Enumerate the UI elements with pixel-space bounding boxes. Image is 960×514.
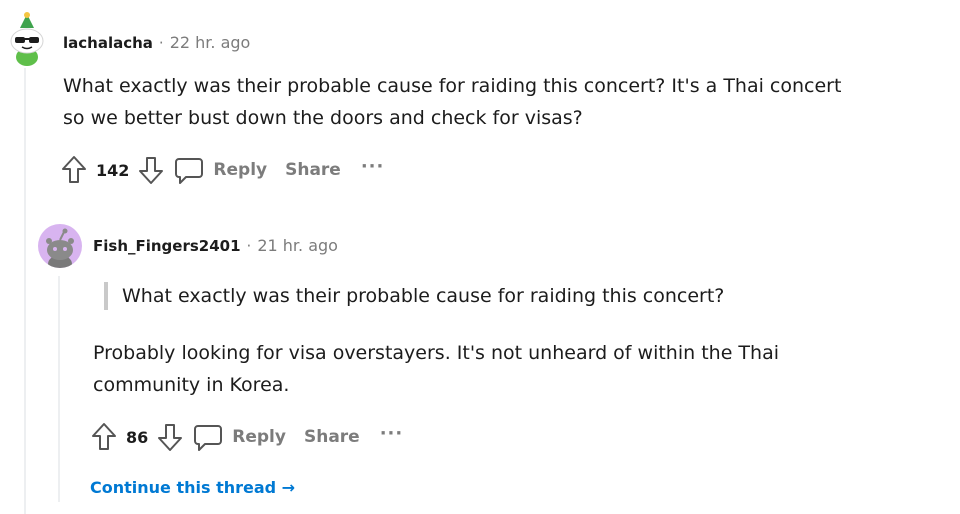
comment1-body-line: What exactly was their probable cause fo… <box>63 75 842 97</box>
comment2-body-line: Probably looking for visa overstayers. I… <box>93 342 779 364</box>
reply-button[interactable]: Reply <box>232 427 286 447</box>
comment2-separator: · <box>246 236 252 255</box>
comment2-username[interactable]: Fish_Fingers2401 <box>93 237 241 255</box>
comment2-blockquote: What exactly was their probable cause fo… <box>104 282 724 310</box>
comment1-separator: · <box>158 33 164 52</box>
more-options-button[interactable]: ··· <box>380 423 404 444</box>
comment1-body: What exactly was their probable cause fo… <box>63 70 923 134</box>
comment1-meta: lachalacha · 22 hr. ago <box>63 33 250 52</box>
downvote-icon[interactable] <box>154 420 186 454</box>
comment2-actions: 86 Reply Share ··· <box>88 420 403 454</box>
upvote-icon[interactable] <box>88 420 120 454</box>
share-button[interactable]: Share <box>285 160 341 180</box>
upvote-icon[interactable] <box>58 153 90 187</box>
comment-bubble-icon[interactable] <box>171 153 207 187</box>
comment2-body: Probably looking for visa overstayers. I… <box>93 337 933 401</box>
comment1-username[interactable]: lachalacha <box>63 34 153 52</box>
downvote-icon[interactable] <box>135 153 167 187</box>
user-avatar[interactable] <box>4 10 50 66</box>
reply-button[interactable]: Reply <box>213 160 267 180</box>
comment2-body-line: community in Korea. <box>93 374 290 396</box>
more-options-button[interactable]: ··· <box>361 156 385 177</box>
comment1-vote-count: 142 <box>96 160 130 180</box>
comment2-meta: Fish_Fingers2401 · 21 hr. ago <box>93 236 338 255</box>
comment1-timestamp[interactable]: 22 hr. ago <box>170 33 251 52</box>
comment-bubble-icon[interactable] <box>190 420 226 454</box>
comment2-timestamp[interactable]: 21 hr. ago <box>257 236 338 255</box>
thread-line-2[interactable] <box>58 276 60 502</box>
continue-thread-link[interactable]: Continue this thread → <box>90 478 295 497</box>
thread-line-1[interactable] <box>24 68 26 514</box>
comment2-vote-count: 86 <box>126 427 149 447</box>
comment1-actions: 142 Reply Share ··· <box>58 153 384 187</box>
share-button[interactable]: Share <box>304 427 360 447</box>
comment1-body-line: so we better bust down the doors and che… <box>63 107 583 129</box>
user-avatar[interactable] <box>38 224 82 268</box>
